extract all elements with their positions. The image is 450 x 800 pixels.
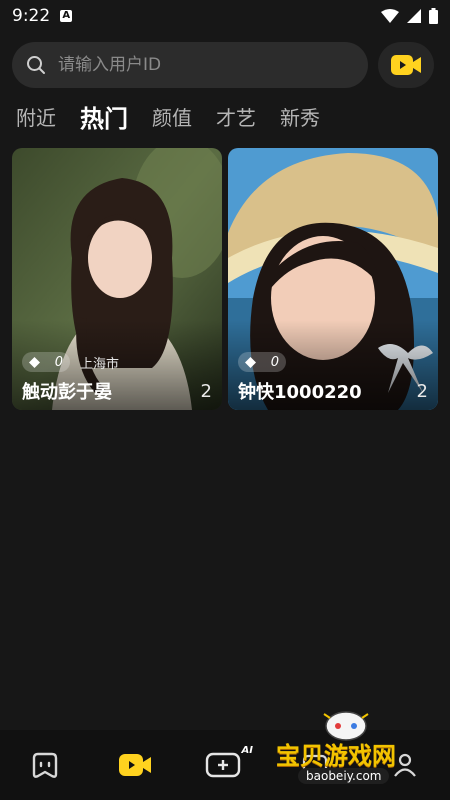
battery-icon: [429, 8, 438, 24]
streamer-card[interactable]: 0 钟快1000220 2: [228, 148, 438, 410]
ai-add-icon: [205, 752, 241, 778]
diamond-icon: [29, 356, 40, 368]
tab-popular[interactable]: 热门: [80, 99, 128, 134]
robot-face-icon: [32, 752, 58, 778]
streamer-name: 触动彭于晏: [22, 382, 112, 403]
signal-icon: [407, 9, 421, 23]
go-live-button[interactable]: [378, 42, 434, 88]
ai-label: AI: [241, 745, 253, 756]
nav-live[interactable]: [105, 735, 165, 795]
category-tabs: 附近 热门 颜值 才艺 新秀: [16, 96, 320, 136]
location-label: 上海市: [80, 356, 120, 372]
nav-ai-create[interactable]: AI: [195, 735, 255, 795]
notification-a-icon: A: [60, 10, 73, 22]
tab-looks[interactable]: 颜值: [152, 102, 192, 131]
watermark-title: 宝贝游戏网: [276, 742, 396, 770]
tab-nearby[interactable]: 附近: [16, 102, 56, 131]
viewer-count: 2: [416, 381, 428, 402]
hot-score-badge: 0: [22, 352, 70, 372]
diamond-icon: [245, 356, 256, 368]
video-camera-icon: [119, 754, 151, 776]
search-input[interactable]: [56, 54, 340, 76]
hot-score-value: 0: [54, 354, 63, 370]
tab-talent[interactable]: 才艺: [216, 102, 256, 131]
search-bar[interactable]: [12, 42, 368, 88]
wifi-icon: [381, 9, 399, 23]
nav-home[interactable]: [15, 735, 75, 795]
hot-score-value: 0: [270, 354, 279, 370]
streamer-name: 钟快1000220: [238, 382, 362, 403]
status-bar: 9:22 A: [0, 0, 450, 32]
video-camera-icon: [391, 55, 421, 75]
site-watermark: 宝贝游戏网 baobeiy.com: [276, 708, 426, 788]
status-time: 9:22: [12, 6, 51, 26]
search-icon: [27, 56, 45, 74]
tab-newcomers[interactable]: 新秀: [280, 102, 320, 131]
streamer-grid: 0 上海市 触动彭于晏 2 0 钟快1000220 2: [12, 148, 438, 410]
hot-score-badge: 0: [238, 352, 286, 372]
streamer-card[interactable]: 0 上海市 触动彭于晏 2: [12, 148, 222, 410]
viewer-count: 2: [200, 381, 212, 402]
watermark-url: baobeiy.com: [298, 768, 390, 784]
